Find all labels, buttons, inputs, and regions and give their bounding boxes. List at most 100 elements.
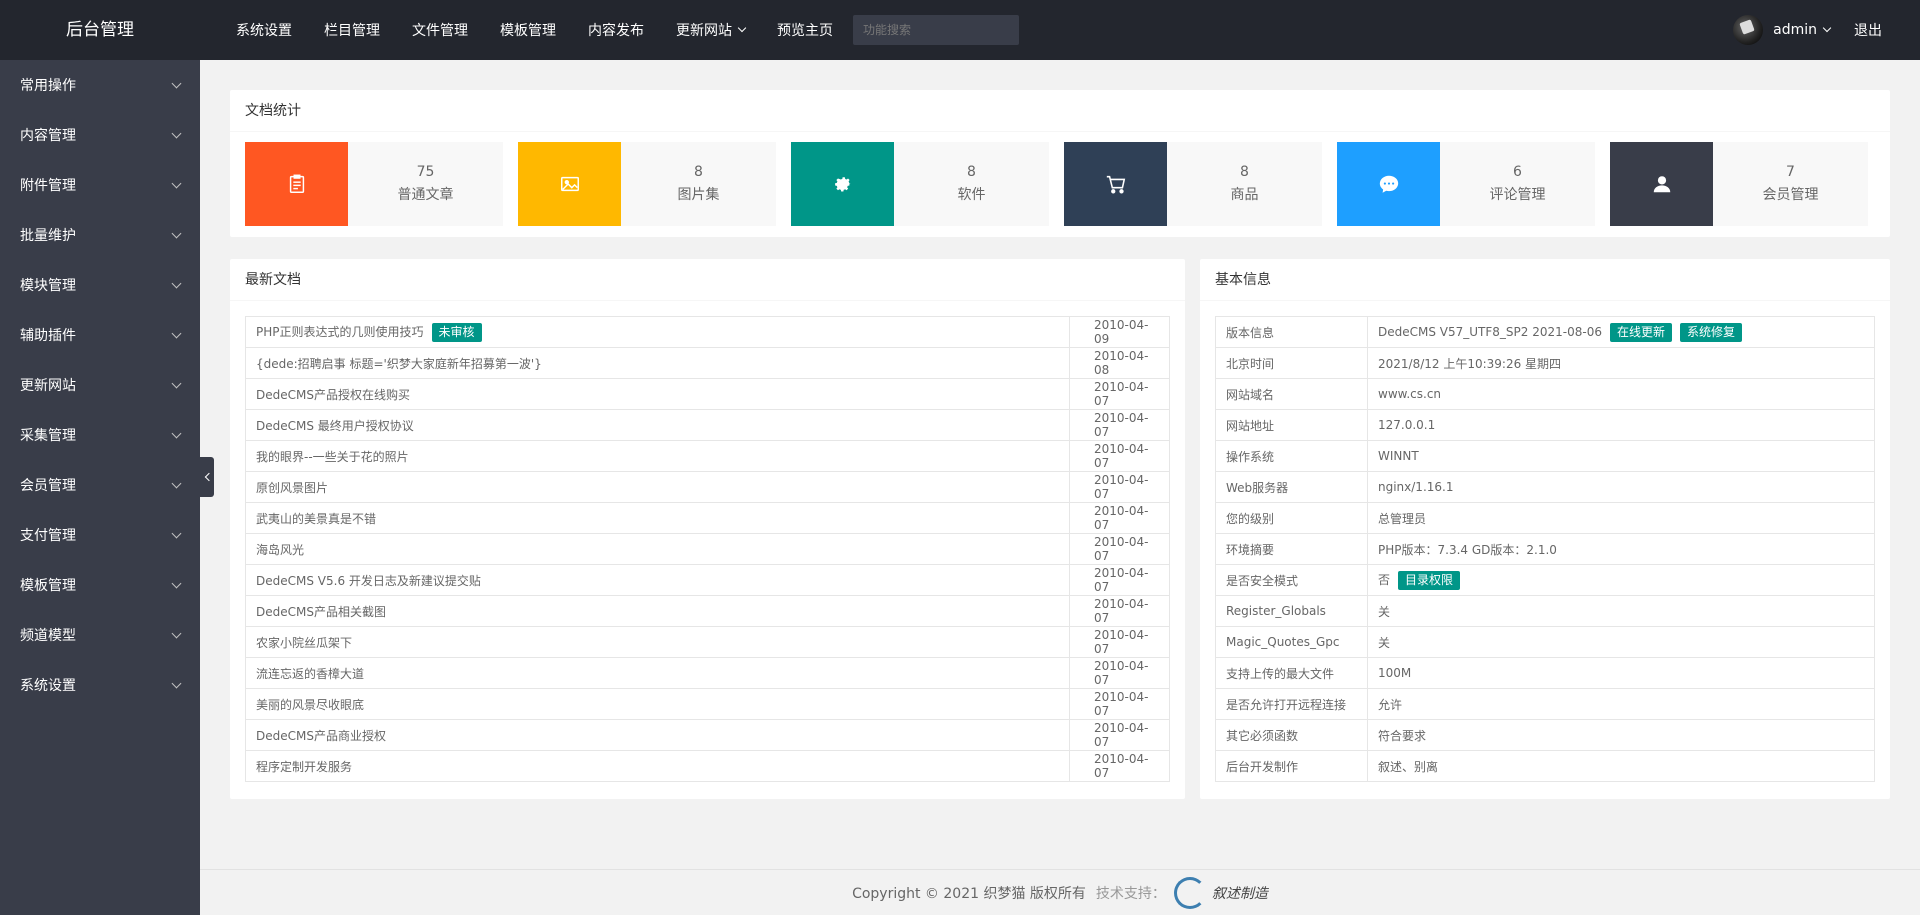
sidebar-item[interactable]: 辅助插件 — [0, 310, 200, 360]
table-row: DedeCMS产品授权在线购买 2010-04-07 — [245, 378, 1170, 410]
doc-title-link[interactable]: DedeCMS产品商业授权 — [256, 729, 386, 743]
nav-item[interactable]: 文件管理 — [396, 0, 484, 60]
nav-item-label: 更新网站 — [676, 23, 732, 39]
sidebar-item[interactable]: 采集管理 — [0, 410, 200, 460]
bird-logo-icon — [1173, 876, 1206, 909]
doc-title-link[interactable]: 农家小院丝瓜架下 — [256, 636, 352, 650]
sidebar-item[interactable]: 常用操作 — [0, 60, 200, 110]
sidebar-item[interactable]: 模板管理 — [0, 560, 200, 610]
action-badge-button[interactable]: 目录权限 — [1398, 570, 1461, 590]
nav-item[interactable]: 更新网站 — [660, 0, 761, 60]
info-value: 总管理员 — [1378, 511, 1427, 526]
info-label: 是否安全模式 — [1215, 564, 1368, 596]
sidebar-item-label: 附件管理 — [20, 178, 76, 194]
sidebar-item[interactable]: 频道模型 — [0, 610, 200, 660]
sidebar-item-label: 内容管理 — [20, 128, 76, 144]
info-label: 网站域名 — [1215, 378, 1368, 410]
info-value-cell: 关 — [1367, 595, 1875, 627]
support-logo[interactable]: 叙述制造 — [1173, 876, 1268, 909]
doc-title-link[interactable]: PHP正则表达式的几则使用技巧 — [256, 325, 424, 339]
nav-item[interactable]: 栏目管理 — [308, 0, 396, 60]
stat-box[interactable]: 8 商品 — [1064, 142, 1322, 226]
doc-title-link[interactable]: DedeCMS V5.6 开发日志及新建议提交贴 — [256, 574, 481, 588]
search-input[interactable] — [853, 15, 1019, 45]
nav-item[interactable]: 预览主页 — [761, 0, 849, 60]
doc-title-link[interactable]: 我的眼界--一些关于花的照片 — [256, 450, 409, 464]
info-label: 版本信息 — [1215, 316, 1368, 348]
chevron-down-icon — [171, 578, 182, 588]
sidebar-item[interactable]: 支付管理 — [0, 510, 200, 560]
table-row: Register_Globals 关 — [1215, 595, 1875, 627]
sidebar-item[interactable]: 内容管理 — [0, 110, 200, 160]
stat-box[interactable]: 8 图片集 — [518, 142, 776, 226]
table-row: DedeCMS V5.6 开发日志及新建议提交贴 2010-04-07 — [245, 564, 1170, 596]
doc-title-link[interactable]: 武夷山的美景真是不错 — [256, 512, 376, 526]
info-value: 允许 — [1378, 697, 1403, 712]
stat-box[interactable]: 7 会员管理 — [1610, 142, 1868, 226]
logout-link[interactable]: 退出 — [1854, 20, 1882, 40]
sidebar-item[interactable]: 更新网站 — [0, 360, 200, 410]
sidebar-item-label: 模板管理 — [20, 578, 76, 594]
table-row: Web服务器 nginx/1.16.1 — [1215, 471, 1875, 503]
info-label: 是否允许打开远程连接 — [1215, 688, 1368, 720]
doc-title-link[interactable]: 海岛风光 — [256, 543, 304, 557]
chevron-down-icon — [171, 78, 182, 88]
chevron-down-icon — [171, 378, 182, 388]
nav-item-label: 内容发布 — [588, 23, 644, 39]
table-row: 北京时间 2021/8/12 上午10:39:26 星期四 — [1215, 347, 1875, 379]
sidebar-item[interactable]: 附件管理 — [0, 160, 200, 210]
doc-title-cell: DedeCMS产品授权在线购买 — [245, 378, 1070, 410]
info-label: Magic_Quotes_Gpc — [1215, 626, 1368, 658]
nav-item-label: 文件管理 — [412, 23, 468, 39]
cart-icon — [1064, 142, 1167, 226]
doc-title-link[interactable]: 流连忘返的香樟大道 — [256, 667, 364, 681]
stat-box[interactable]: 75 普通文章 — [245, 142, 503, 226]
doc-title-link[interactable]: DedeCMS产品相关截图 — [256, 605, 386, 619]
table-row: 环境摘要 PHP版本：7.3.4 GD版本：2.1.0 — [1215, 533, 1875, 565]
clipboard-icon — [245, 142, 348, 226]
sidebar-item-label: 更新网站 — [20, 378, 76, 394]
sidebar-item[interactable]: 模块管理 — [0, 260, 200, 310]
chat-icon — [1337, 142, 1440, 226]
action-badge-button[interactable]: 在线更新 — [1609, 322, 1672, 342]
doc-title-link[interactable]: DedeCMS产品授权在线购买 — [256, 388, 410, 402]
support-logo-text: 叙述制造 — [1211, 885, 1268, 902]
info-label: 支持上传的最大文件 — [1215, 657, 1368, 689]
sidebar-item-label: 会员管理 — [20, 478, 76, 494]
sidebar-item[interactable]: 会员管理 — [0, 460, 200, 510]
doc-title-cell: DedeCMS产品商业授权 — [245, 719, 1070, 751]
doc-title-link[interactable]: 美丽的风景尽收眼底 — [256, 698, 364, 712]
stat-box[interactable]: 8 软件 — [791, 142, 1049, 226]
sidebar-logo[interactable]: 后台管理 — [0, 0, 200, 60]
stat-info: 8 图片集 — [621, 142, 776, 226]
nav-item[interactable]: 模板管理 — [484, 0, 572, 60]
doc-title-link[interactable]: 程序定制开发服务 — [256, 760, 352, 774]
info-value: 关 — [1378, 635, 1391, 650]
doc-title-link[interactable]: DedeCMS 最终用户授权协议 — [256, 419, 414, 433]
sidebar: 后台管理 常用操作内容管理附件管理批量维护 模块管理 辅助插件更新网站采集管理会员管… — [0, 0, 200, 915]
doc-date: 2010-04-07 — [1069, 409, 1170, 441]
nav-item[interactable]: 系统设置 — [220, 0, 308, 60]
doc-title-cell: 海岛风光 — [245, 533, 1070, 565]
doc-date: 2010-04-07 — [1069, 688, 1170, 720]
sidebar-item-label: 频道模型 — [20, 628, 76, 644]
avatar[interactable] — [1733, 15, 1764, 45]
stat-box[interactable]: 6 评论管理 — [1337, 142, 1595, 226]
doc-date: 2010-04-07 — [1069, 378, 1170, 410]
sidebar-item[interactable]: 批量维护 — [0, 210, 200, 260]
info-value: 127.0.0.1 — [1378, 418, 1436, 432]
user-menu[interactable]: admin — [1773, 22, 1832, 38]
doc-title-cell: DedeCMS产品相关截图 — [245, 595, 1070, 627]
doc-title-link[interactable]: {dede:招聘启事 标题='织梦大家庭新年招募第一波'} — [256, 357, 542, 371]
sidebar-item[interactable]: 系统设置 — [0, 660, 200, 710]
nav-item[interactable]: 内容发布 — [572, 0, 660, 60]
doc-title-link[interactable]: 原创风景图片 — [256, 481, 328, 495]
sidebar-collapse-button[interactable] — [200, 457, 214, 497]
stat-value: 75 — [416, 164, 435, 180]
doc-title-cell: 流连忘返的香樟大道 — [245, 657, 1070, 689]
info-value-cell: nginx/1.16.1 — [1367, 471, 1875, 503]
action-badge-button[interactable]: 系统修复 — [1679, 322, 1742, 342]
stat-info: 8 商品 — [1167, 142, 1322, 226]
sidebar-item-label: 采集管理 — [20, 428, 76, 444]
stat-info: 8 软件 — [894, 142, 1049, 226]
